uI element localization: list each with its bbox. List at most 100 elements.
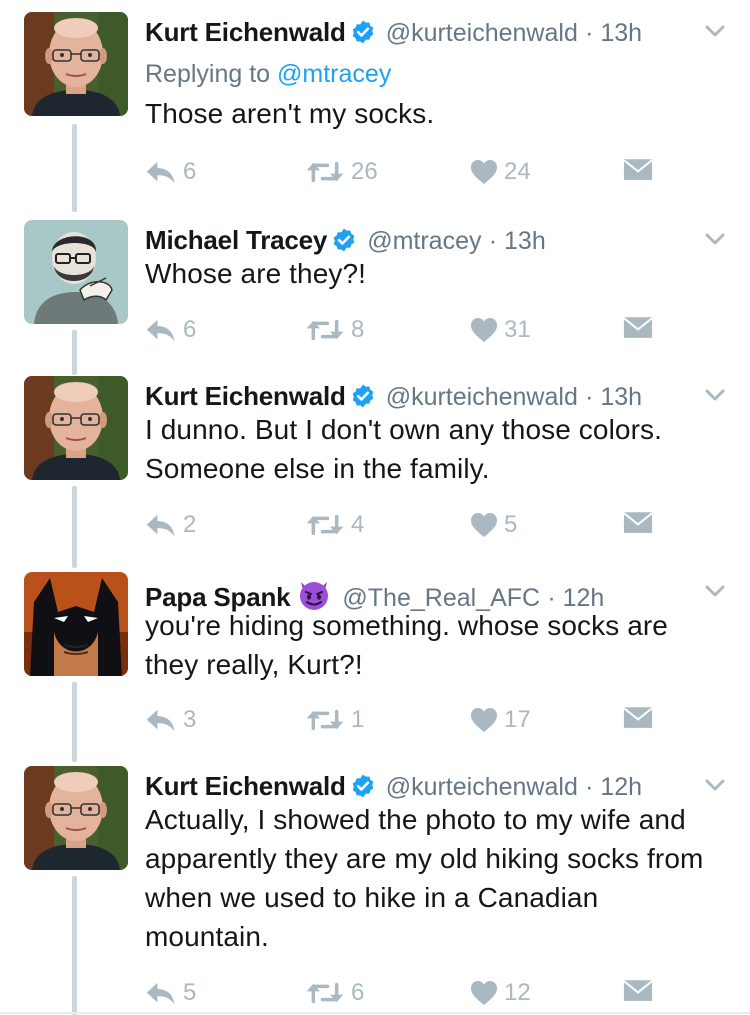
verified-icon: [350, 773, 376, 799]
author-handle[interactable]: @mtracey: [367, 227, 481, 255]
replying-to-link[interactable]: @mtracey: [277, 60, 391, 88]
retweet-icon: [305, 708, 345, 732]
reply-button[interactable]: 5: [145, 979, 196, 1007]
tweet-actions: 2 4 5: [145, 511, 665, 541]
reply-icon: [145, 160, 177, 185]
tweet[interactable]: Kurt Eichenwald @kurteichenwald · 12h Act…: [0, 766, 750, 1011]
retweet-icon: [305, 513, 345, 537]
retweet-button[interactable]: 26: [305, 158, 378, 186]
verified-icon: [331, 227, 357, 253]
tweet-text: Whose are they?!: [145, 258, 367, 289]
envelope-icon: [623, 158, 653, 181]
author-name[interactable]: Kurt Eichenwald: [145, 17, 346, 47]
retweet-count: 26: [351, 158, 378, 185]
direct-message-button[interactable]: [623, 511, 653, 534]
tweet[interactable]: Papa Spank @The_Real_AFC · 12h you're hid…: [0, 572, 750, 752]
author-handle[interactable]: @kurteichenwald: [386, 383, 578, 411]
reply-button[interactable]: 6: [145, 316, 196, 344]
author-name[interactable]: Kurt Eichenwald: [145, 381, 346, 411]
author-handle[interactable]: @kurteichenwald: [386, 773, 578, 801]
reply-icon: [145, 318, 177, 343]
reply-count: 3: [183, 706, 197, 733]
chevron-down-icon[interactable]: [704, 388, 726, 402]
reply-button[interactable]: 2: [145, 511, 196, 539]
like-button[interactable]: 24: [470, 158, 531, 186]
envelope-icon: [623, 979, 653, 1002]
author-handle[interactable]: @kurteichenwald: [386, 19, 578, 47]
tweet-actions: 5 6 12: [145, 979, 665, 1009]
avatar[interactable]: [24, 12, 128, 116]
retweet-button[interactable]: 6: [305, 979, 364, 1007]
heart-icon: [470, 980, 498, 1006]
like-button[interactable]: 17: [470, 706, 531, 734]
verified-icon: [350, 19, 376, 45]
tweet-header: Kurt Eichenwald @kurteichenwald · 13h: [145, 16, 642, 49]
reply-count: 5: [183, 979, 197, 1006]
like-count: 17: [504, 706, 531, 733]
author-name[interactable]: Kurt Eichenwald: [145, 771, 346, 801]
like-count: 5: [504, 511, 518, 538]
retweet-count: 4: [351, 511, 365, 538]
reply-count: 2: [183, 511, 197, 538]
envelope-icon: [623, 511, 653, 534]
tweet-text: Actually, I showed the photo to my wife …: [145, 804, 704, 952]
avatar[interactable]: [24, 572, 128, 676]
retweet-count: 1: [351, 706, 365, 733]
tweet-header: Kurt Eichenwald @kurteichenwald · 13h: [145, 380, 642, 413]
envelope-icon: [623, 316, 653, 339]
tweet[interactable]: Michael Tracey @mtracey · 13h Whose are t…: [0, 220, 750, 360]
like-count: 12: [504, 979, 531, 1006]
tweet[interactable]: Kurt Eichenwald @kurteichenwald · 13h I d…: [0, 376, 750, 556]
reply-icon: [145, 708, 177, 733]
tweet-actions: 6 26 24: [145, 158, 665, 188]
replying-to-label: Replying to: [145, 60, 278, 88]
like-button[interactable]: 31: [470, 316, 531, 344]
direct-message-button[interactable]: [623, 979, 653, 1002]
chevron-down-icon[interactable]: [704, 24, 726, 38]
timestamp[interactable]: · 12h: [585, 773, 642, 801]
like-count: 24: [504, 158, 531, 185]
direct-message-button[interactable]: [623, 158, 653, 181]
verified-icon: [350, 383, 376, 409]
tweet-text: you're hiding something. whose socks are…: [145, 610, 668, 680]
heart-icon: [470, 317, 498, 343]
envelope-icon: [623, 706, 653, 729]
tweet-actions: 6 8 31: [145, 316, 665, 346]
author-name[interactable]: Michael Tracey: [145, 225, 327, 255]
reply-button[interactable]: 3: [145, 706, 196, 734]
heart-icon: [470, 512, 498, 538]
retweet-icon: [305, 318, 345, 342]
tweet-header: Michael Tracey @mtracey · 13h: [145, 224, 546, 257]
reply-button[interactable]: 6: [145, 158, 196, 186]
retweet-count: 6: [351, 979, 365, 1006]
avatar[interactable]: [24, 220, 128, 324]
reply-count: 6: [183, 158, 197, 185]
like-button[interactable]: 5: [470, 511, 517, 539]
reply-icon: [145, 981, 177, 1006]
tweet-text: I dunno. But I don't own any those color…: [145, 414, 662, 484]
chevron-down-icon[interactable]: [704, 584, 726, 598]
reply-icon: [145, 513, 177, 538]
tweet[interactable]: Kurt Eichenwald @kurteichenwald · 13h Rep…: [0, 12, 750, 192]
divider: [0, 1012, 750, 1014]
avatar[interactable]: [24, 376, 128, 480]
retweet-icon: [305, 981, 345, 1005]
chevron-down-icon[interactable]: [704, 232, 726, 246]
retweet-button[interactable]: 1: [305, 706, 364, 734]
tweet-text: Those aren't my socks.: [145, 98, 435, 129]
direct-message-button[interactable]: [623, 316, 653, 339]
chevron-down-icon[interactable]: [704, 778, 726, 792]
heart-icon: [470, 159, 498, 185]
timestamp[interactable]: · 13h: [489, 227, 546, 255]
tweet-header: Kurt Eichenwald @kurteichenwald · 12h: [145, 770, 642, 803]
timestamp[interactable]: · 13h: [585, 383, 642, 411]
like-button[interactable]: 12: [470, 979, 531, 1007]
retweet-button[interactable]: 4: [305, 511, 364, 539]
direct-message-button[interactable]: [623, 706, 653, 729]
tweet-actions: 3 1 17: [145, 706, 665, 736]
retweet-button[interactable]: 8: [305, 316, 364, 344]
like-count: 31: [504, 316, 531, 343]
avatar[interactable]: [24, 766, 128, 870]
replying-to: Replying to @mtracey: [145, 60, 391, 89]
timestamp[interactable]: · 13h: [585, 19, 642, 47]
